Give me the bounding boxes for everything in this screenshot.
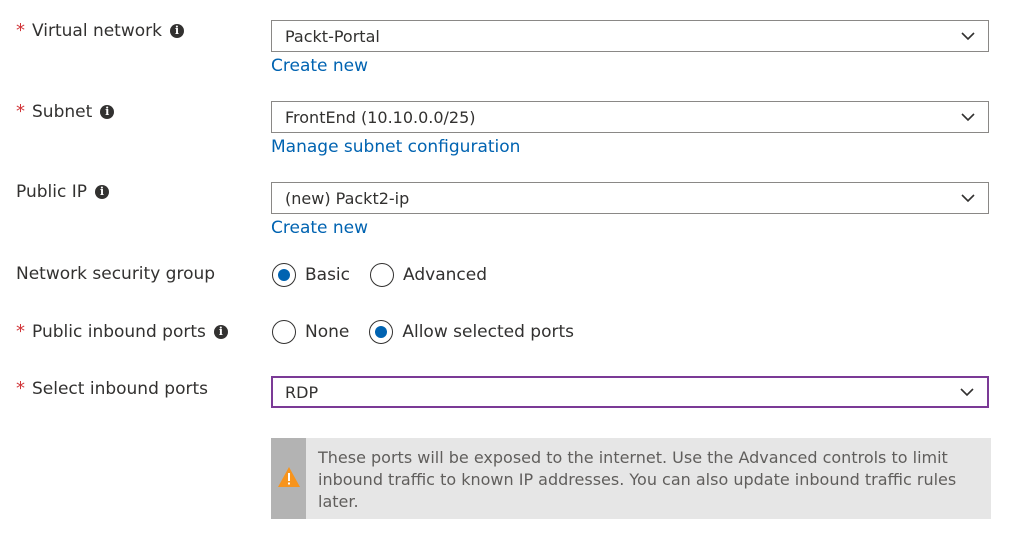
info-icon[interactable]: i <box>94 185 109 199</box>
warning-text: These ports will be exposed to the inter… <box>318 448 957 511</box>
chevron-down-icon <box>961 113 975 122</box>
public-ip-label-text: Public IP <box>16 182 87 202</box>
radio-unchecked-icon[interactable] <box>272 320 296 344</box>
nsg-option-advanced: Advanced <box>403 265 487 285</box>
required-asterisk: * <box>16 378 25 399</box>
warning-banner: These ports will be exposed to the inter… <box>271 438 991 519</box>
nsg-option-basic: Basic <box>305 265 351 285</box>
nsg-label: Network security group <box>16 264 215 284</box>
inbound-radio-none[interactable]: None <box>272 320 349 344</box>
chevron-down-icon <box>961 194 975 203</box>
required-asterisk: * <box>16 20 25 41</box>
virtual-network-label: * Virtual network i <box>16 20 184 41</box>
chevron-down-icon <box>960 388 974 397</box>
nsg-label-text: Network security group <box>16 264 216 284</box>
inbound-option-allow: Allow selected ports <box>402 322 575 342</box>
info-icon[interactable]: i <box>100 104 115 119</box>
inbound-ports-radio-group: None Allow selected ports <box>272 320 594 344</box>
manage-subnet-link[interactable]: Manage subnet configuration <box>271 137 520 157</box>
select-inbound-ports-label-text: Select inbound ports <box>32 378 208 399</box>
info-icon[interactable]: i <box>170 23 184 38</box>
inbound-radio-allow[interactable]: Allow selected ports <box>369 320 574 344</box>
radio-checked-icon[interactable] <box>272 263 296 287</box>
subnet-select[interactable]: FrontEnd (10.10.0.0/25) <box>271 101 989 133</box>
required-asterisk: * <box>16 321 25 342</box>
nsg-radio-group: Basic Advanced <box>272 263 507 287</box>
virtual-network-label-text: Virtual network <box>32 20 162 41</box>
nsg-radio-basic[interactable]: Basic <box>272 263 350 287</box>
inbound-option-none: None <box>305 322 350 342</box>
warning-icon-bar <box>271 438 306 519</box>
public-ip-value: (new) Packt2-ip <box>285 188 410 208</box>
public-ip-select[interactable]: (new) Packt2-ip <box>271 182 989 214</box>
public-inbound-ports-label-text: Public inbound ports <box>32 321 206 342</box>
info-icon[interactable]: i <box>213 324 228 339</box>
nsg-radio-advanced[interactable]: Advanced <box>370 263 487 287</box>
subnet-value: FrontEnd (10.10.0.0/25) <box>285 107 476 127</box>
select-inbound-ports-value: RDP <box>285 382 319 402</box>
select-inbound-ports-label: * Select inbound ports <box>16 378 208 399</box>
warning-triangle-icon <box>278 467 300 487</box>
select-inbound-ports-dropdown[interactable]: RDP <box>271 376 989 408</box>
radio-unchecked-icon[interactable] <box>370 263 395 287</box>
public-ip-label: Public IP i <box>16 182 109 202</box>
subnet-label: * Subnet i <box>16 101 115 122</box>
create-new-vnet-link[interactable]: Create new <box>271 56 368 76</box>
required-asterisk: * <box>16 101 25 122</box>
chevron-down-icon <box>961 32 975 41</box>
virtual-network-value: Packt-Portal <box>285 26 380 46</box>
public-inbound-ports-label: * Public inbound ports i <box>16 321 228 342</box>
virtual-network-select[interactable]: Packt-Portal <box>271 20 989 52</box>
create-new-ip-link[interactable]: Create new <box>271 218 368 238</box>
radio-checked-icon[interactable] <box>369 320 394 344</box>
subnet-label-text: Subnet <box>32 101 93 122</box>
